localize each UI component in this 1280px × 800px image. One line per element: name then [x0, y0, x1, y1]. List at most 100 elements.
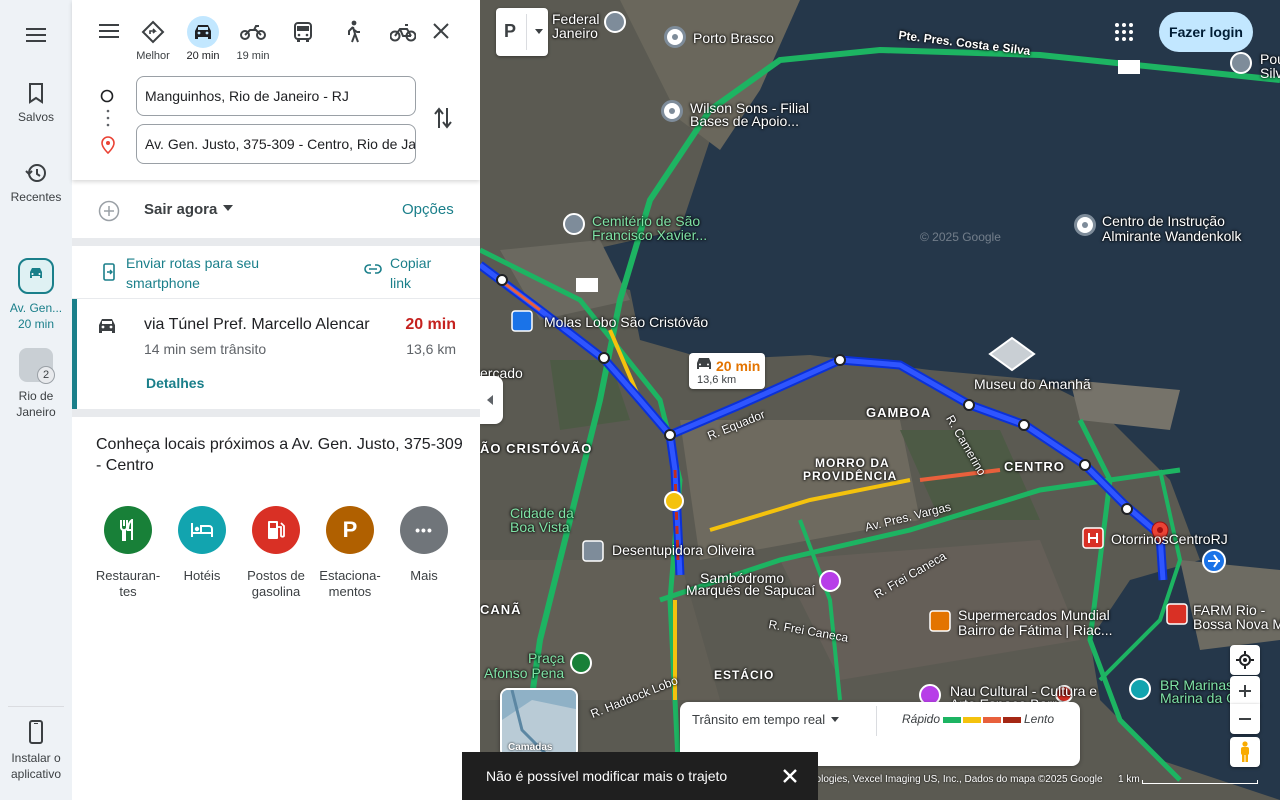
- map-label: Boa Vista: [510, 519, 570, 535]
- rio-label-2: Janeiro: [16, 405, 56, 419]
- add-stop-icon[interactable]: [98, 200, 120, 222]
- bookmark-icon: [29, 83, 43, 104]
- route-details-link[interactable]: Detalhes: [146, 375, 204, 391]
- saved-button[interactable]: Salvos: [0, 82, 72, 124]
- close-icon[interactable]: [430, 20, 452, 42]
- rio-count-badge: 2: [37, 366, 55, 384]
- destination-input[interactable]: Av. Gen. Justo, 375-309 - Centro, Rio de…: [136, 124, 416, 164]
- category-label-2: mentos: [328, 584, 372, 599]
- poi-pin-centro-instrucao[interactable]: [1074, 214, 1096, 236]
- hotel-icon: [178, 506, 226, 554]
- main-menu-button[interactable]: [0, 26, 72, 50]
- rio-label-1: Rio de: [18, 389, 54, 403]
- map-label: Centro de Instrução: [1102, 213, 1225, 229]
- mode-bike[interactable]: [381, 16, 425, 50]
- map-label: Almirante Wandenkolk: [1102, 228, 1242, 244]
- close-icon[interactable]: [780, 766, 800, 786]
- bus-icon: [294, 22, 312, 42]
- directions-panel: Melhor 20 min 19 min Manguinhos, Rio de …: [72, 0, 480, 800]
- category-restaurants[interactable]: Restauran- tes: [90, 506, 166, 600]
- route-label-1: Av. Gen...: [9, 301, 63, 315]
- mode-best[interactable]: Melhor: [131, 16, 175, 62]
- copy-link-button[interactable]: Copiar link: [390, 253, 450, 293]
- diamond-directions-icon: [141, 20, 165, 44]
- recent-route-button[interactable]: Av. Gen... 20 min: [0, 258, 72, 332]
- route-title: via Túnel Pref. Marcello Alencar: [144, 316, 370, 333]
- street-view-pegman[interactable]: [1230, 737, 1260, 767]
- traffic-swatch-slow: [983, 717, 1001, 723]
- snackbar: Não é possível modificar mais o trajeto: [462, 752, 818, 800]
- mode-car-label: 20 min: [186, 50, 220, 62]
- category-label: Mais: [410, 568, 438, 583]
- chevron-down-icon: [831, 717, 840, 722]
- recent-button[interactable]: Recentes: [0, 162, 72, 204]
- map-label: CANÃ: [480, 602, 522, 617]
- mode-car[interactable]: 20 min: [181, 16, 225, 62]
- sign-in-button[interactable]: Fazer login: [1159, 12, 1253, 52]
- chevron-down-icon: [535, 29, 543, 34]
- category-gas-stations[interactable]: Postos de gasolina: [238, 506, 314, 600]
- scale-bar: [1142, 780, 1258, 784]
- traffic-mode-dropdown[interactable]: Trânsito em tempo real: [692, 712, 840, 727]
- leave-now-dropdown[interactable]: Sair agora: [144, 201, 234, 218]
- map-label: Marquês de Sapucaí: [686, 582, 816, 598]
- parking-icon: P: [326, 506, 374, 554]
- category-hotels[interactable]: Hotéis: [164, 506, 240, 584]
- category-label: Estaciona-: [319, 568, 381, 583]
- category-parking[interactable]: P Estaciona- mentos: [312, 506, 388, 600]
- category-label-2: gasolina: [251, 584, 301, 599]
- google-apps-icon[interactable]: [1114, 22, 1134, 42]
- origin-circle-icon: [100, 89, 114, 103]
- send-to-phone-icon: [103, 263, 115, 281]
- layers-button[interactable]: Camadas: [500, 688, 578, 758]
- mode-transit[interactable]: [281, 16, 325, 50]
- phone-icon: [29, 720, 43, 744]
- map-label: CENTRO: [1004, 459, 1065, 474]
- poi-pin-porto-brasco[interactable]: [664, 26, 686, 48]
- mode-motorcycle[interactable]: 19 min: [231, 16, 275, 62]
- pegman-icon: [1241, 741, 1249, 762]
- menu-icon[interactable]: [98, 22, 120, 40]
- traffic-mode-label: Trânsito em tempo real: [692, 712, 826, 727]
- swap-waypoints-icon[interactable]: [432, 106, 454, 130]
- zoom-in-button[interactable]: [1230, 676, 1260, 706]
- departure-row: Sair agora Opções: [72, 180, 480, 238]
- zoom-out-button[interactable]: [1230, 704, 1260, 734]
- directions-header: Melhor 20 min 19 min Manguinhos, Rio de …: [72, 0, 480, 180]
- mode-walk[interactable]: [331, 16, 375, 50]
- route-label-2: 20 min: [17, 317, 55, 331]
- car-icon: [30, 268, 42, 278]
- traffic-slow-label: Lento: [1024, 712, 1055, 726]
- collapse-panel-button[interactable]: [480, 376, 503, 424]
- history-icon: [25, 164, 46, 182]
- my-location-button[interactable]: [1230, 645, 1260, 675]
- chevron-down-icon: [223, 205, 234, 211]
- gas-station-icon: [252, 506, 300, 554]
- map-canvas[interactable]: Federal Janeiro Porto Brasco Pte. Pres. …: [480, 0, 1280, 800]
- origin-input[interactable]: Manguinhos, Rio de Janeiro - RJ: [136, 76, 416, 116]
- category-label-2: tes: [119, 584, 137, 599]
- map-label: OtorrinosCentroRJ: [1111, 531, 1228, 547]
- map-filter-dropdown[interactable]: P: [496, 8, 548, 56]
- rio-de-janeiro-button[interactable]: 2 Rio de Janeiro: [0, 348, 72, 420]
- car-icon: [99, 319, 115, 333]
- menu-icon: [26, 28, 46, 42]
- map-label: Silv: [1260, 65, 1280, 81]
- options-button[interactable]: Opções: [402, 201, 454, 218]
- plus-icon: [1239, 685, 1251, 697]
- map-label: Molas Lobo São Cristóvão: [544, 314, 709, 330]
- install-app-button[interactable]: Instalar o aplicativo: [0, 720, 72, 782]
- my-location-icon: [1236, 651, 1254, 669]
- route-option-card[interactable]: via Túnel Pref. Marcello Alencar 20 min …: [72, 299, 480, 409]
- minus-icon: [1239, 718, 1251, 720]
- map-label: Desentupidora Oliveira: [612, 542, 755, 558]
- category-more[interactable]: ••• Mais: [386, 506, 462, 584]
- divider: [876, 706, 877, 736]
- map-label: Supermercados Mundial: [958, 607, 1110, 623]
- poi-pin-wilson-sons[interactable]: [661, 100, 683, 122]
- send-to-phone-link[interactable]: Enviar rotas para seu smartphone: [126, 253, 326, 293]
- install-label-2: aplicativo: [10, 767, 62, 781]
- left-rail: Salvos Recentes Av. Gen... 20 min 2 Rio …: [0, 0, 72, 800]
- map-label: Francisco Xavier...: [592, 227, 708, 243]
- route-time-bubble[interactable]: 20 min 13,6 km: [689, 353, 765, 389]
